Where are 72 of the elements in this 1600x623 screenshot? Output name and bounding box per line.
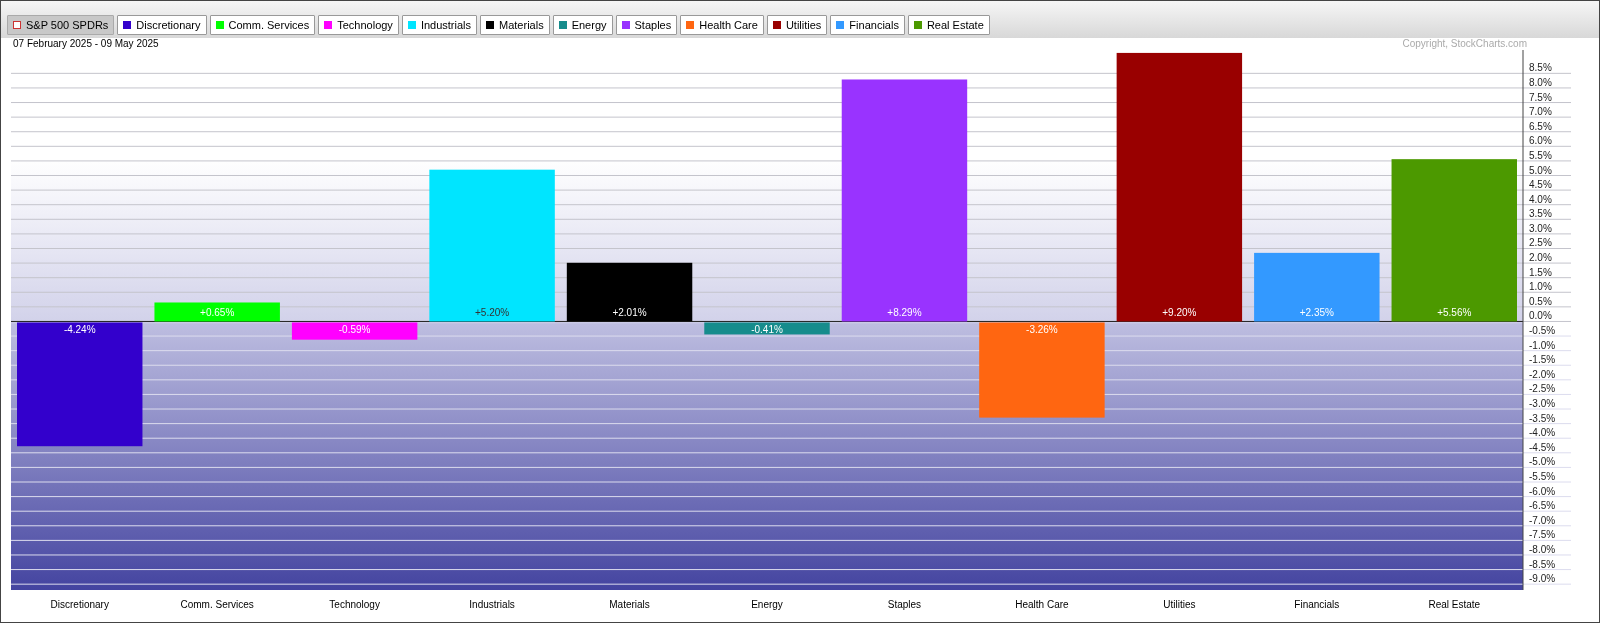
data-label: -4.24% bbox=[63, 324, 96, 336]
legend-button[interactable]: Utilities bbox=[766, 15, 828, 35]
data-label: +5.56% bbox=[1437, 307, 1472, 319]
legend-button[interactable]: Comm. Services bbox=[209, 15, 316, 35]
axis-label: 4.0% bbox=[1529, 193, 1552, 205]
legend-button[interactable]: Health Care bbox=[680, 15, 764, 35]
data-label: -3.26% bbox=[1026, 324, 1058, 336]
legend-button[interactable]: Discretionary bbox=[117, 15, 207, 35]
category-label: Utilities bbox=[1163, 599, 1196, 610]
data-label: +2.35% bbox=[1299, 307, 1334, 319]
axis-label: 0.0% bbox=[1529, 310, 1552, 322]
axis-label: 8.5% bbox=[1529, 62, 1552, 74]
category-label: Health Care bbox=[1015, 599, 1069, 610]
axis-label: -5.5% bbox=[1529, 471, 1556, 482]
legend-button[interactable]: S&P 500 SPDRs bbox=[7, 15, 115, 35]
axis-label: -4.0% bbox=[1529, 427, 1556, 439]
category-label: Staples bbox=[887, 599, 922, 610]
axis-label: 7.5% bbox=[1529, 91, 1552, 103]
category-label: Industrials bbox=[469, 599, 515, 610]
axis-label: -2.0% bbox=[1529, 368, 1556, 380]
category-label: Financials bbox=[1294, 599, 1340, 610]
axis-label: -7.5% bbox=[1529, 529, 1556, 541]
axis-label: -5.0% bbox=[1529, 456, 1556, 468]
axis-label: 2.0% bbox=[1529, 252, 1552, 264]
category-label: Real Estate bbox=[1428, 599, 1481, 610]
legend-button[interactable]: Materials bbox=[480, 15, 550, 35]
data-label: -0.59% bbox=[338, 324, 371, 336]
axis-label: 0.5% bbox=[1529, 295, 1552, 307]
axis-label: -9.0% bbox=[1529, 573, 1556, 585]
axis-label: 5.0% bbox=[1529, 164, 1552, 176]
category-label: Discretionary bbox=[50, 599, 109, 610]
axis-label: 1.0% bbox=[1529, 281, 1552, 293]
axis-label: 7.0% bbox=[1529, 106, 1552, 118]
date-range: 07 February 2025 - 09 May 2025 bbox=[13, 38, 159, 49]
axis-label: 6.5% bbox=[1529, 120, 1552, 132]
axis-label: -8.0% bbox=[1529, 543, 1556, 555]
copyright-text: Copyright, StockCharts.com bbox=[1402, 38, 1527, 49]
axis-label: -8.5% bbox=[1529, 558, 1556, 570]
data-label: +0.65% bbox=[200, 307, 235, 319]
category-label: Technology bbox=[329, 599, 380, 610]
data-label: +8.29% bbox=[887, 307, 922, 319]
axis-label: -3.5% bbox=[1529, 412, 1556, 424]
data-label: +2.01% bbox=[612, 307, 647, 319]
legend-button[interactable]: Industrials bbox=[401, 15, 477, 35]
axis-label: -6.0% bbox=[1529, 485, 1556, 497]
category-label: Comm. Services bbox=[180, 599, 254, 610]
axis-label: -3.0% bbox=[1529, 398, 1556, 410]
legend-button[interactable]: Staples bbox=[615, 15, 678, 35]
axis-label: -7.0% bbox=[1529, 514, 1556, 526]
axis-label: 1.5% bbox=[1529, 266, 1552, 278]
axis-label: -0.5% bbox=[1529, 325, 1556, 337]
axis-label: -6.5% bbox=[1529, 500, 1556, 512]
legend-button[interactable]: Financials bbox=[830, 15, 905, 35]
axis-label: 4.5% bbox=[1529, 179, 1552, 191]
legend-button[interactable]: Energy bbox=[552, 15, 613, 35]
data-label: +5.20% bbox=[475, 307, 510, 319]
axis-label: 5.5% bbox=[1529, 149, 1552, 161]
data-label: +9.20% bbox=[1162, 307, 1197, 319]
axis-label: 3.0% bbox=[1529, 222, 1552, 234]
axis-label: -4.5% bbox=[1529, 441, 1556, 453]
category-label: Materials bbox=[609, 599, 650, 610]
axis-label: -1.0% bbox=[1529, 339, 1556, 351]
axis-label: -1.5% bbox=[1529, 354, 1556, 366]
axis-label: 3.5% bbox=[1529, 208, 1552, 220]
axis-label: 6.0% bbox=[1529, 135, 1552, 147]
data-label: -0.41% bbox=[751, 324, 783, 336]
axis-label: 2.5% bbox=[1529, 237, 1552, 249]
axis-label: -2.5% bbox=[1529, 383, 1556, 395]
legend-button[interactable]: Real Estate bbox=[907, 15, 990, 35]
legend-button[interactable]: Technology bbox=[318, 15, 399, 35]
axis-label: 8.0% bbox=[1529, 76, 1552, 88]
category-label: Energy bbox=[751, 599, 783, 610]
